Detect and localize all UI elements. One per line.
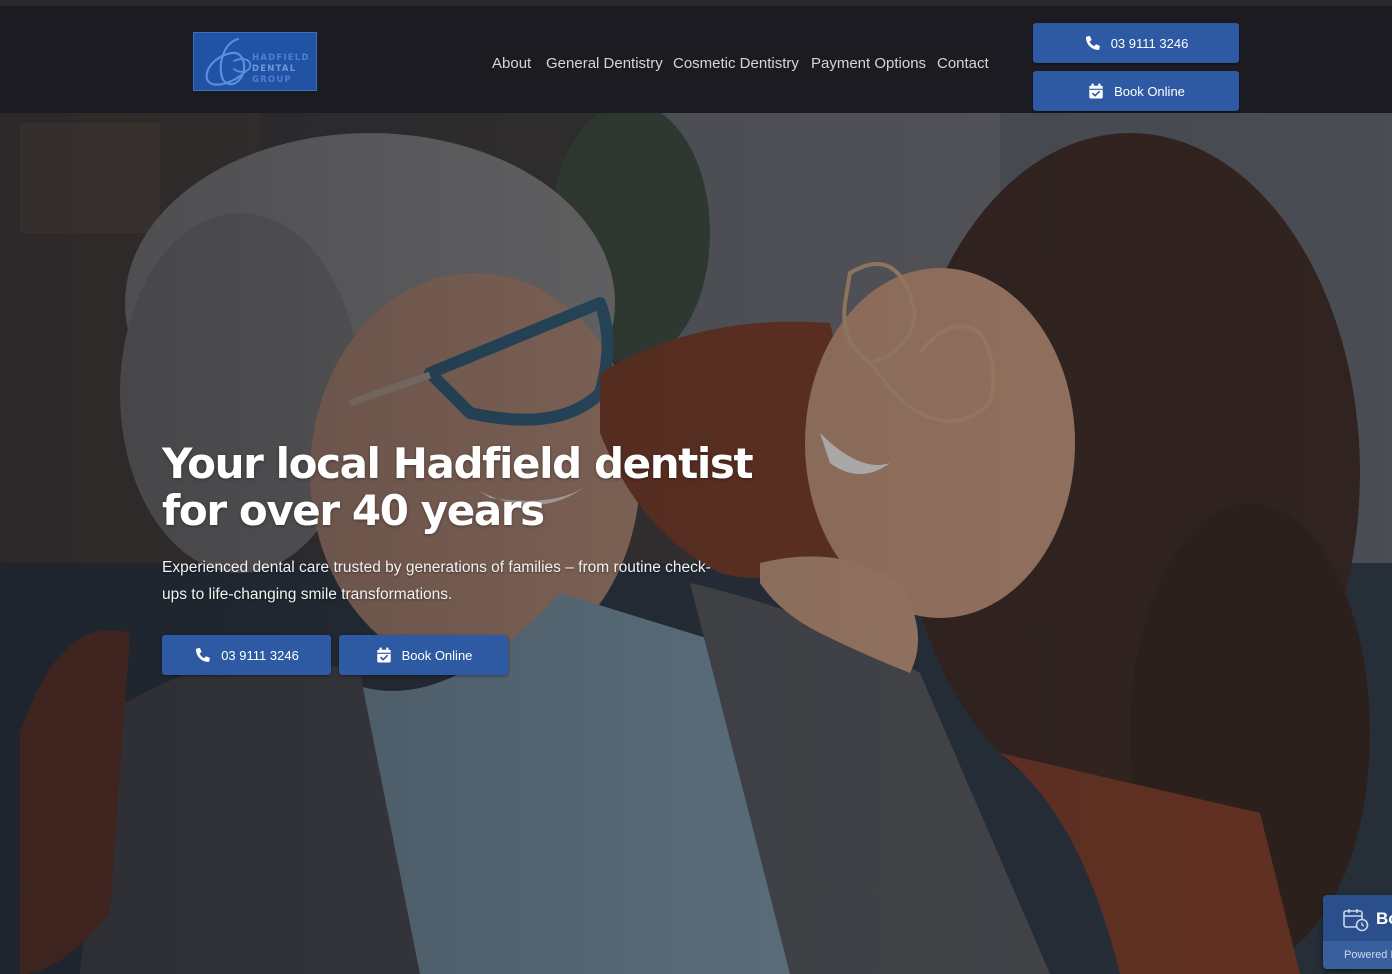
hero-title-line-1: Your local Hadfield dentist: [162, 439, 754, 488]
hero-dark-overlay: [0, 113, 1392, 974]
header-phone-button[interactable]: 03 9111 3246: [1033, 23, 1239, 63]
nav-item-about[interactable]: About: [492, 50, 531, 78]
calendar-check-icon: [1087, 82, 1105, 100]
calendar-clock-icon: [1343, 909, 1369, 932]
hero-title: Your local Hadfield dentist for over 40 …: [162, 440, 782, 534]
booking-widget-header[interactable]: Bo: [1323, 895, 1392, 941]
calendar-check-icon: [375, 646, 393, 664]
phone-icon: [1084, 34, 1102, 52]
header-phone-label: 03 9111 3246: [1110, 35, 1189, 51]
hero-phone-button[interactable]: 03 9111 3246: [162, 635, 331, 675]
phone-icon: [194, 646, 212, 664]
hero-book-online-button[interactable]: Book Online: [339, 635, 508, 675]
hero-phone-label: 03 9111 3246: [221, 647, 299, 663]
booking-widget-powered-by: Powered B: [1323, 941, 1392, 969]
hero-subtitle: Experienced dental care trusted by gener…: [162, 559, 711, 603]
nav-item-payment-options[interactable]: Payment Options: [811, 50, 926, 78]
hero-section: Your local Hadfield dentist for over 40 …: [0, 113, 1392, 974]
header-book-online-button[interactable]: Book Online: [1033, 71, 1239, 111]
hero-book-online-label: Book Online: [401, 647, 473, 663]
nav-item-general-dentistry[interactable]: General Dentistry: [546, 50, 663, 78]
nav-item-cosmetic-dentistry[interactable]: Cosmetic Dentistry: [673, 50, 799, 78]
booking-widget-label: Bo: [1376, 909, 1392, 928]
site-header: HADFIELD DENTAL GROUP About General Dent…: [0, 0, 1392, 113]
nav-item-contact[interactable]: Contact: [937, 50, 989, 78]
booking-widget[interactable]: Bo Powered B: [1323, 895, 1392, 969]
hero-title-line-2: for over 40 years: [162, 486, 545, 535]
header-book-online-label: Book Online: [1114, 83, 1185, 99]
